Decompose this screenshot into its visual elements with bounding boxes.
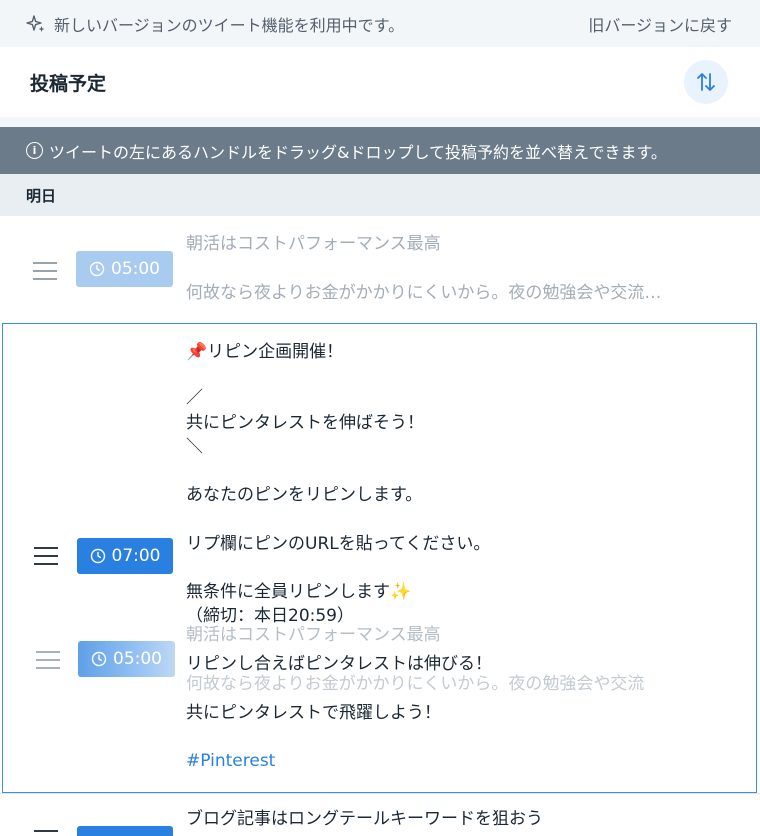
revert-version-link[interactable]: 旧バージョンに戻す [588,12,732,36]
sparkle-icon [26,14,45,32]
drag-ghost-handle [36,651,60,669]
post-line: 共にピンタレストで飛躍しよう！ [186,703,441,723]
time-badge[interactable] [77,826,173,836]
drag-ghost-line: 何故なら夜よりお金がかかりにくいから。夜の勉強会や交流 [186,674,645,694]
drag-handle[interactable] [33,262,57,280]
time-label: 05:00 [111,259,160,279]
clock-icon [90,548,105,564]
info-bar: i ツイートの左にあるハンドルをドラッグ&ドロップして投稿予約を並べ替えできます… [0,127,760,174]
time-badge[interactable]: 07:00 [77,538,173,574]
post-preview-line: 何故なら夜よりお金がかかりにくいから。夜の勉強会や交流… [186,283,662,303]
time-label: 07:00 [111,546,161,566]
post-line: 共にピンタレストを伸ばそう！ [186,413,424,433]
drag-handle[interactable] [34,830,58,836]
drag-handle[interactable] [34,547,58,565]
info-icon: i [26,142,43,159]
version-banner: 新しいバージョンのツイート機能を利用中です。 旧バージョンに戻す [0,0,760,47]
post-line: リプ欄にピンのURLを貼ってください。 [186,534,491,554]
day-label: 明日 [26,186,57,205]
page-header: 投稿予定 [0,47,760,117]
time-label: 05:00 [113,649,162,669]
post-line: ブログ記事はロングテールキーワードを狙おう [186,809,543,829]
post-preview-line: 朝活はコストパフォーマンス最高 [186,234,441,254]
post-line: ＼ [186,437,203,457]
drag-ghost-line: 朝活はコストパフォーマンス最高 [186,625,441,645]
clock-icon [91,651,107,667]
post-line: 無条件に全員リピンします✨ [186,582,412,602]
post-line: あなたのピンをリピンします。 [186,485,423,505]
version-message: 新しいバージョンのツイート機能を利用中です。 [54,15,405,35]
hashtag-link[interactable]: #Pinterest [186,749,275,773]
post-line: 📌リピン企画開催！ [186,342,344,362]
clock-icon [89,261,105,277]
section-divider [0,117,760,127]
info-message: ツイートの左にあるハンドルをドラッグ&ドロップして投稿予約を並べ替えできます。 [49,142,667,162]
day-header: 明日 [0,174,760,216]
sort-arrows-icon [697,73,715,91]
sort-button[interactable] [684,60,728,104]
drag-ghost-time-badge: 05:00 [78,641,175,677]
page-title: 投稿予定 [30,72,107,95]
time-badge[interactable]: 05:00 [76,251,173,287]
post-line: ／ [186,388,203,408]
